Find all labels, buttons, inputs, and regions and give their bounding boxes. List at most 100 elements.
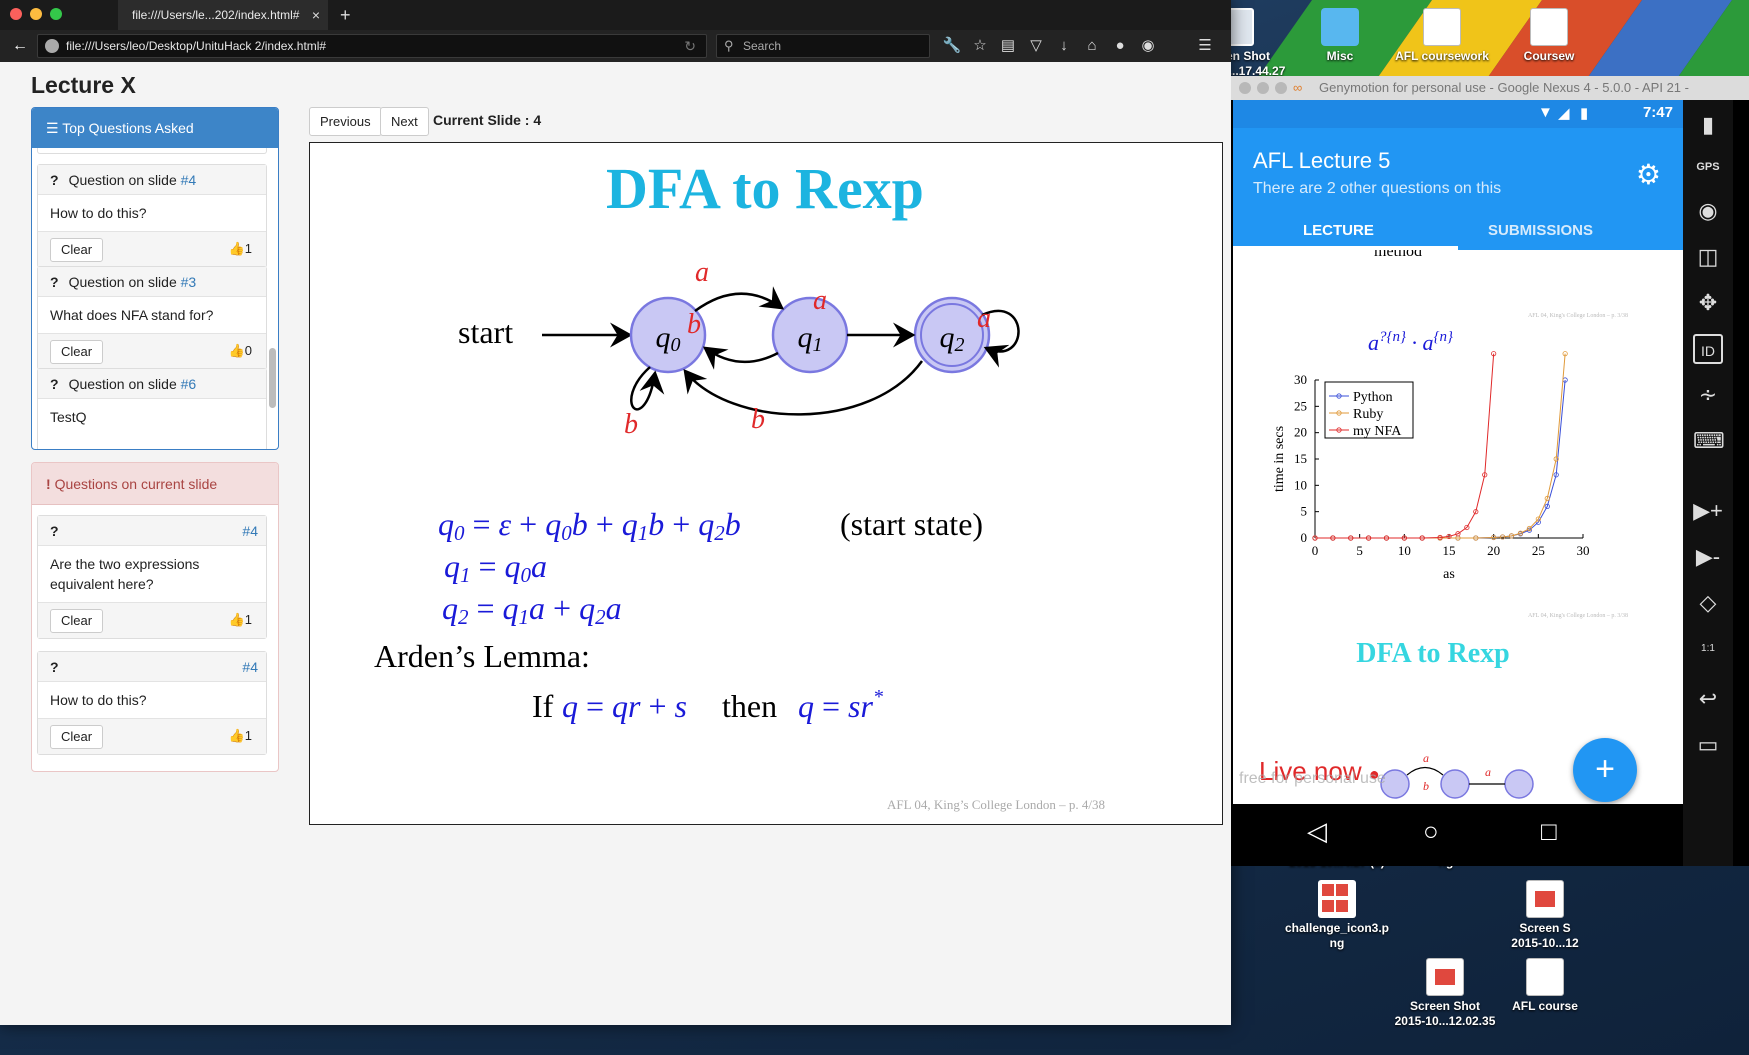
rss-tool-icon[interactable]: ∻ <box>1693 380 1723 410</box>
lemma-formula-2: q = sr* <box>798 686 883 724</box>
slide-link[interactable]: #6 <box>181 376 197 392</box>
edge-q0-loop <box>630 366 665 411</box>
x-tick-label: 20 <box>1487 543 1500 558</box>
likes-count[interactable]: 👍1 <box>229 728 252 744</box>
home-icon[interactable]: ⌂ <box>1082 36 1102 56</box>
gps-tool-icon[interactable]: GPS <box>1693 152 1723 182</box>
slide-link[interactable]: #3 <box>181 274 197 290</box>
reload-icon[interactable]: ↻ <box>684 35 696 57</box>
top-question-card: ? Question on slide #4 How to do this? Cl… <box>37 164 267 268</box>
chart-caption: AFL 04, King's College London – p. 3/38 <box>1528 313 1628 319</box>
url-bar[interactable]: file:///Users/leo/Desktop/UnituHack 2/in… <box>37 34 707 58</box>
sms-tool-icon[interactable]: ⌨ <box>1693 426 1725 456</box>
battery-tool-icon[interactable]: ▮ <box>1693 110 1723 140</box>
likes-count[interactable]: 👍1 <box>229 612 252 628</box>
likes-count[interactable]: 👍1 <box>229 241 252 257</box>
tab-title: file:///Users/le...202/index.html# <box>132 8 300 22</box>
lemma-if: If <box>532 688 554 724</box>
rotate-icon[interactable]: ◇ <box>1693 588 1723 618</box>
recent-apps-icon[interactable]: ▭ <box>1693 730 1723 760</box>
new-tab-button[interactable]: + <box>340 0 351 30</box>
back-triangle-icon[interactable]: ◁ <box>1307 816 1327 847</box>
id-tool-icon[interactable]: ID <box>1693 334 1723 364</box>
download-icon[interactable]: ↓ <box>1054 36 1074 56</box>
file-icon <box>1423 8 1461 46</box>
y-tick-label: 10 <box>1294 477 1307 492</box>
tab-index[interactable]: file:///Users/le...202/index.html# × <box>118 0 328 30</box>
desktop-icon-label: Coursew <box>1523 49 1575 63</box>
tab-submissions[interactable]: SUBMISSIONS <box>1488 222 1593 239</box>
previous-button[interactable]: Previous <box>309 107 382 136</box>
camera-tool-icon[interactable]: ◉ <box>1693 196 1723 226</box>
y-axis-label: time in secs <box>1272 426 1287 492</box>
likes-count[interactable]: 👍0 <box>229 343 252 359</box>
video-tool-icon[interactable]: ◫ <box>1693 242 1723 272</box>
clear-button[interactable]: Clear <box>50 340 104 364</box>
dpad-tool-icon[interactable]: ✥ <box>1693 288 1723 318</box>
desktop-icon[interactable]: AFL coursework <box>1387 8 1497 64</box>
x-tick-label: 30 <box>1577 543 1590 558</box>
add-question-button[interactable]: + <box>1573 738 1637 802</box>
slide-link[interactable]: #4 <box>242 516 258 546</box>
chart-formula: a?{n} · a{n} <box>1368 329 1453 355</box>
star-icon[interactable]: ☆ <box>970 36 990 56</box>
search-input[interactable]: ⚲ Search <box>716 34 930 58</box>
chat-icon[interactable]: ● <box>1110 36 1130 56</box>
minimize-window-button[interactable] <box>1257 82 1269 94</box>
question-text: TestQ <box>50 409 87 425</box>
clear-button[interactable]: Clear <box>50 238 104 262</box>
clear-button[interactable]: Clear <box>50 609 104 633</box>
volume-up-icon[interactable]: ▶+ <box>1693 496 1723 526</box>
thumbs-up-icon: 👍 <box>228 241 245 256</box>
scale-tool-icon[interactable]: 1:1 <box>1693 634 1723 664</box>
close-icon[interactable]: × <box>312 0 320 30</box>
top-questions-heading: ☰ Top Questions Asked <box>32 108 278 148</box>
reading-list-icon[interactable]: ▤ <box>998 36 1018 56</box>
pocket-icon[interactable]: ▽ <box>1026 36 1046 56</box>
extension-icon[interactable]: ◉ <box>1138 36 1158 56</box>
edge-label: b <box>751 404 765 435</box>
wrench-icon[interactable]: 🔧 <box>942 36 962 56</box>
desktop-icon[interactable]: Misc <box>1285 8 1395 64</box>
android-back-icon[interactable]: ↩ <box>1693 684 1723 714</box>
zoom-window-button[interactable] <box>50 8 62 20</box>
tab-lecture[interactable]: LECTURE <box>1303 222 1374 239</box>
desktop-icon[interactable]: AFL course <box>1490 958 1600 1014</box>
slide-canvas: DFA to Rexp start q0 q1 q2 a b a a b b q… <box>374 156 1105 812</box>
top-questions-title: Top Questions Asked <box>62 120 194 136</box>
desktop-icon-label: AFL course <box>1512 999 1578 1013</box>
scrollbar[interactable] <box>269 348 276 408</box>
home-circle-icon[interactable]: ○ <box>1423 816 1439 847</box>
question-header: ? Question on slide #6 <box>38 369 266 399</box>
desktop-icon[interactable]: Screen Shot 2015-10...12.02.35 <box>1390 958 1500 1029</box>
question-footer: Clear 👍1 <box>38 231 266 267</box>
volume-down-icon[interactable]: ▶- <box>1693 542 1723 572</box>
slide-link[interactable]: #4 <box>181 172 197 188</box>
menu-icon[interactable]: ☰ <box>1195 36 1215 56</box>
y-tick-label: 5 <box>1301 504 1308 519</box>
genymotion-logo-icon: ∞ <box>1293 80 1303 95</box>
desktop-icon[interactable]: Screen S 2015-10...12 <box>1490 880 1600 951</box>
gear-icon[interactable]: ⚙ <box>1636 158 1661 191</box>
close-window-button[interactable] <box>10 8 22 20</box>
slide-link[interactable]: #4 <box>242 652 258 682</box>
desktop-icon[interactable]: Coursew <box>1494 8 1604 64</box>
back-arrow-icon[interactable]: ← <box>12 37 28 55</box>
zoom-window-button[interactable] <box>1275 82 1287 94</box>
equation-1: q0 = ε + q0b + q1b + q2b <box>438 506 741 545</box>
recents-square-icon[interactable]: □ <box>1541 816 1557 847</box>
equations: q0 = ε + q0b + q1b + q2b q1 = q0a q2 = q… <box>438 506 741 629</box>
current-questions-title: Questions on current slide <box>54 476 218 492</box>
question-footer: Clear 👍0 <box>38 333 266 369</box>
question-mark-icon: ? <box>50 172 59 188</box>
status-clock: 7:47 <box>1642 104 1673 121</box>
edge-q0-q1 <box>694 286 785 313</box>
start-label: start <box>458 314 513 350</box>
android-screen: ▼ ◢ ▮ 7:47 AFL Lecture 5 There are 2 oth… <box>1233 100 1683 866</box>
next-button[interactable]: Next <box>380 107 429 136</box>
app-bar: AFL Lecture 5 There are 2 other question… <box>1233 128 1683 250</box>
clear-button[interactable]: Clear <box>50 725 104 749</box>
desktop-icon[interactable]: challenge_icon3.p ng <box>1282 880 1392 951</box>
minimize-window-button[interactable] <box>30 8 42 20</box>
close-window-button[interactable] <box>1239 82 1251 94</box>
